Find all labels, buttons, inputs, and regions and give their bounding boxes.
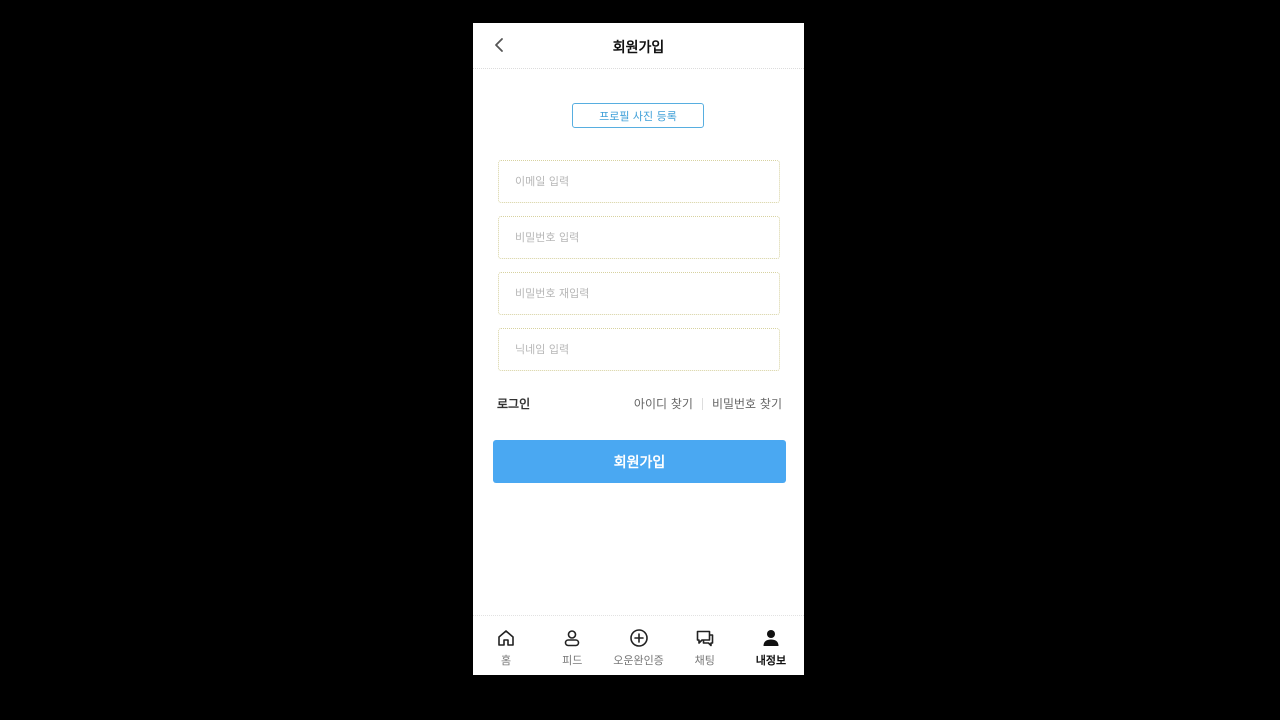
- auth-links: 로그인 아이디 찾기 비밀번호 찾기: [497, 395, 782, 413]
- page-title: 회원가입: [612, 40, 665, 56]
- app-header: 회원가입: [473, 23, 804, 69]
- nav-label: 채팅: [694, 654, 715, 667]
- login-link[interactable]: 로그인: [497, 395, 530, 412]
- home-icon: [495, 627, 517, 649]
- email-input[interactable]: [499, 161, 779, 202]
- nickname-input[interactable]: [499, 329, 779, 370]
- chat-icon: [694, 627, 716, 649]
- nav-label: 내정보: [755, 654, 787, 667]
- password-input[interactable]: [499, 217, 779, 258]
- password-confirm-field-wrapper: [498, 272, 780, 315]
- nickname-field-wrapper: [498, 328, 780, 371]
- feed-person-icon: [561, 627, 583, 649]
- email-field-wrapper: [498, 160, 780, 203]
- nav-item-workout-verify[interactable]: 오운완인증: [605, 616, 671, 675]
- nav-item-my-info[interactable]: 내정보: [738, 616, 804, 675]
- person-filled-icon: [760, 627, 782, 649]
- password-confirm-input[interactable]: [499, 273, 779, 314]
- find-links: 아이디 찾기 비밀번호 찾기: [634, 395, 782, 412]
- nav-item-feed[interactable]: 피드: [539, 616, 605, 675]
- nav-label: 홈: [501, 654, 512, 667]
- plus-circle-icon: [628, 627, 650, 649]
- find-password-link[interactable]: 비밀번호 찾기: [712, 395, 782, 412]
- nav-item-home[interactable]: 홈: [473, 616, 539, 675]
- bottom-nav: 홈 피드 오운완인증 채팅 내정보: [473, 615, 804, 675]
- signup-submit-button[interactable]: 회원가입: [493, 440, 786, 483]
- link-divider: [701, 397, 703, 410]
- nav-label: 오운완인증: [613, 654, 664, 667]
- find-id-link[interactable]: 아이디 찾기: [634, 395, 693, 412]
- phone-screen: 회원가입 프로필 사진 등록 로그인 아이디 찾기 비밀번호 찾기 회원가입 홈: [473, 23, 804, 675]
- profile-photo-upload-button[interactable]: 프로필 사진 등록: [572, 103, 704, 128]
- password-field-wrapper: [498, 216, 780, 259]
- nav-item-chat[interactable]: 채팅: [672, 616, 738, 675]
- nav-label: 피드: [562, 654, 583, 667]
